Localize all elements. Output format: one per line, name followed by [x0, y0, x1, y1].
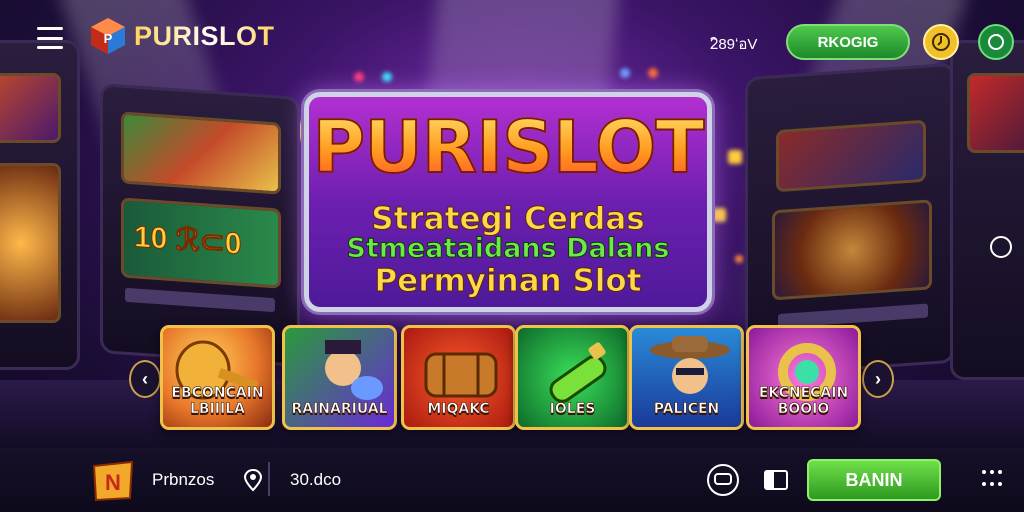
- logo-text: PURISLOT: [134, 20, 275, 51]
- coin-icon[interactable]: [923, 24, 959, 60]
- brand-logo[interactable]: P PURISLOT: [88, 16, 275, 56]
- play-button[interactable]: BANIN: [807, 459, 941, 501]
- chat-icon[interactable]: [707, 464, 739, 496]
- svg-text:N: N: [105, 470, 121, 495]
- game-card-label: EBCONCAIN LBIIILA: [171, 385, 264, 418]
- pin-icon[interactable]: [243, 468, 263, 492]
- top-bar: P PURISLOT 2ิ89ʻอV RKOGIG: [0, 0, 1024, 80]
- game-card-2[interactable]: MIQAKC: [401, 325, 516, 430]
- bottom-value: 30.dco: [290, 470, 342, 489]
- game-card-label: PALICEN: [653, 401, 720, 418]
- bottom-label: Prbnzos: [152, 470, 215, 489]
- chevron-left-icon: ‹: [142, 368, 148, 389]
- game-card-1[interactable]: RAINARIUAL: [282, 325, 397, 430]
- banner-line-1: Strategi Cerdas: [371, 201, 645, 238]
- banner-title: PURISLOT: [309, 104, 707, 190]
- chevron-right-icon: ›: [875, 368, 881, 389]
- slot-machine-right-far: [950, 40, 1024, 380]
- promo-banner[interactable]: PURISLOT Strategi Cerdas Stmeataidans Da…: [304, 92, 712, 312]
- logo-cube-icon: P: [91, 18, 125, 54]
- game-card-3[interactable]: IOLES: [515, 325, 630, 430]
- menu-icon[interactable]: [37, 27, 63, 49]
- svg-text:P: P: [104, 31, 113, 46]
- divider: [268, 462, 270, 496]
- app-badge-icon[interactable]: N: [90, 458, 136, 504]
- slot-machine-left-far: [0, 40, 80, 370]
- refresh-icon[interactable]: [978, 24, 1014, 60]
- game-card-label: EKCNECAIN BOOIO: [758, 385, 849, 418]
- carousel-next-button[interactable]: ›: [862, 360, 894, 398]
- carousel-prev-button[interactable]: ‹: [129, 360, 161, 398]
- more-icon[interactable]: [982, 470, 1002, 488]
- game-card-label: MIQAKC: [427, 401, 490, 418]
- side-scroll-handle[interactable]: [990, 236, 1012, 258]
- game-card-0[interactable]: EBCONCAIN LBIIILA: [160, 325, 275, 430]
- game-card-label: IOLES: [549, 401, 596, 418]
- panel-icon[interactable]: [760, 464, 792, 496]
- game-card-label: RAINARIUAL: [291, 401, 388, 418]
- game-card-5[interactable]: EKCNECAIN BOOIO: [746, 325, 861, 430]
- header-balance: 2ิ89ʻอV: [710, 36, 758, 53]
- banner-line-2: Stmeataidans Dalans: [346, 233, 670, 265]
- header-action-button[interactable]: RKOGIG: [786, 24, 910, 60]
- game-card-4[interactable]: PALICEN: [629, 325, 744, 430]
- banner-line-3: Permyinan Slot: [374, 263, 642, 300]
